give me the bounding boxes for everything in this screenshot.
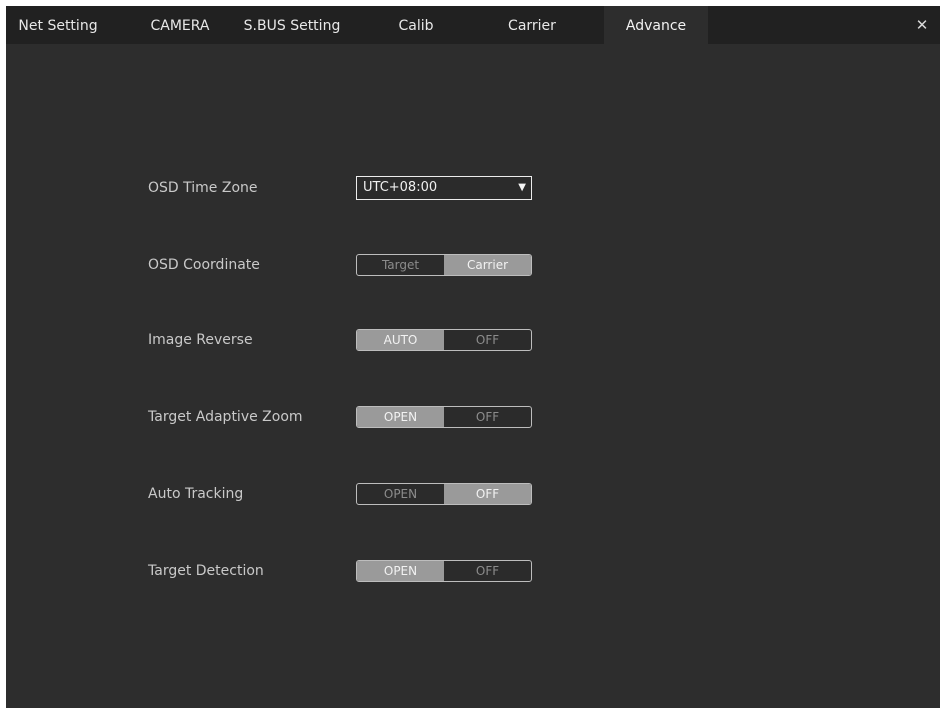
auto-tracking-toggle[interactable]: OPEN OFF <box>356 483 532 505</box>
target-adaptive-zoom-open-option[interactable]: OPEN <box>357 407 444 427</box>
osd-coordinate-carrier-option[interactable]: Carrier <box>444 255 531 275</box>
target-adaptive-zoom-off-option[interactable]: OFF <box>444 407 531 427</box>
image-reverse-off-option[interactable]: OFF <box>444 330 531 350</box>
image-reverse-toggle[interactable]: AUTO OFF <box>356 329 532 351</box>
tab-carrier[interactable]: Carrier <box>482 6 582 44</box>
osd-coordinate-label: OSD Coordinate <box>148 257 260 273</box>
target-detection-off-option[interactable]: OFF <box>444 561 531 581</box>
chevron-down-icon: ▼ <box>518 182 526 193</box>
target-detection-open-option[interactable]: OPEN <box>357 561 444 581</box>
target-adaptive-zoom-toggle[interactable]: OPEN OFF <box>356 406 532 428</box>
tab-net-setting[interactable]: Net Setting <box>6 6 110 44</box>
osd-time-zone-select[interactable]: UTC+08:00 ▼ <box>356 176 532 200</box>
auto-tracking-label: Auto Tracking <box>148 486 244 502</box>
osd-time-zone-label: OSD Time Zone <box>148 180 258 196</box>
target-detection-toggle[interactable]: OPEN OFF <box>356 560 532 582</box>
auto-tracking-open-option[interactable]: OPEN <box>357 484 444 504</box>
close-icon[interactable]: ✕ <box>912 6 932 44</box>
osd-coordinate-target-option[interactable]: Target <box>357 255 444 275</box>
tab-bar: Net Setting CAMERA S.BUS Setting Calib C… <box>6 6 940 44</box>
osd-time-zone-value: UTC+08:00 <box>363 180 438 195</box>
image-reverse-auto-option[interactable]: AUTO <box>357 330 444 350</box>
tab-sbus-setting[interactable]: S.BUS Setting <box>232 6 352 44</box>
image-reverse-label: Image Reverse <box>148 332 253 348</box>
tab-camera[interactable]: CAMERA <box>130 6 230 44</box>
auto-tracking-off-option[interactable]: OFF <box>444 484 531 504</box>
tab-advance[interactable]: Advance <box>604 6 708 44</box>
osd-coordinate-toggle[interactable]: Target Carrier <box>356 254 532 276</box>
target-detection-label: Target Detection <box>148 563 264 579</box>
target-adaptive-zoom-label: Target Adaptive Zoom <box>148 409 303 425</box>
settings-window: Net Setting CAMERA S.BUS Setting Calib C… <box>6 6 940 708</box>
tab-calib[interactable]: Calib <box>366 6 466 44</box>
